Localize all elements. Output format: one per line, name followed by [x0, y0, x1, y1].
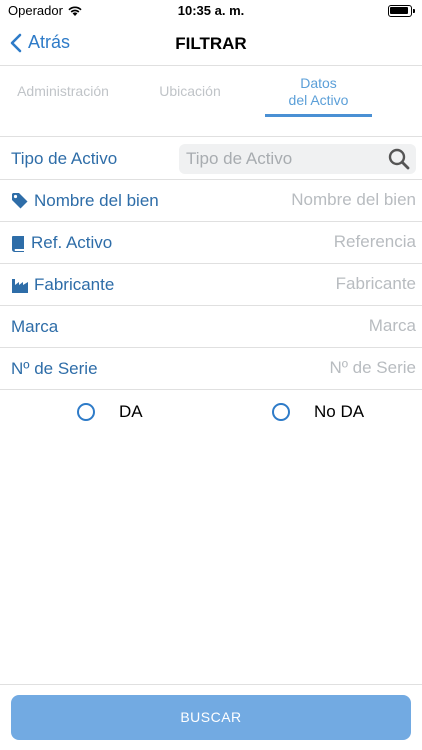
nombre-bien-label-text: Nombre del bien	[34, 191, 159, 210]
status-time: 10:35 a. m.	[177, 3, 245, 18]
tipo-activo-label: Tipo de Activo	[11, 149, 117, 169]
buscar-button[interactable]: BUSCAR	[11, 695, 411, 740]
marca-label-text: Marca	[11, 317, 59, 336]
radio-circle-icon[interactable]	[77, 403, 95, 421]
tipo-activo-row: Tipo de Activo	[0, 138, 422, 180]
radio-option-da[interactable]: DA	[77, 402, 143, 422]
fabricante-label: Fabricante	[11, 275, 114, 295]
tab-ubicacion[interactable]: Ubicación	[140, 83, 240, 100]
tipo-activo-search[interactable]	[179, 144, 416, 174]
footer: BUSCAR	[0, 684, 422, 750]
ref-activo-label-text: Ref. Activo	[31, 233, 113, 252]
radio-label-da: DA	[119, 402, 143, 421]
radio-option-no-da[interactable]: No DA	[272, 402, 364, 422]
tipo-activo-input[interactable]	[186, 149, 376, 169]
search-icon[interactable]	[387, 147, 411, 171]
marca-input[interactable]	[176, 316, 416, 336]
ref-activo-label: Ref. Activo	[11, 233, 112, 253]
da-radio-group: DA No DA	[0, 402, 422, 428]
fabricante-label-text: Fabricante	[34, 275, 115, 294]
nombre-bien-input[interactable]	[176, 190, 416, 210]
numero-serie-row: Nº de Serie	[0, 348, 422, 390]
tipo-activo-label-text: Tipo de Activo	[11, 149, 118, 168]
numero-serie-label-text: Nº de Serie	[11, 359, 98, 378]
page-title: FILTRAR	[175, 34, 247, 53]
status-bar: Operador 10:35 a. m.	[0, 0, 422, 22]
fabricante-row: Fabricante	[0, 264, 422, 306]
active-tab-indicator	[265, 114, 372, 117]
ref-activo-input[interactable]	[176, 232, 416, 252]
tab-administracion[interactable]: Administración	[8, 83, 118, 100]
radio-label-no-da: No DA	[314, 402, 365, 421]
battery-icon	[388, 5, 415, 17]
radio-circle-icon[interactable]	[272, 403, 290, 421]
tab-datos-activo[interactable]: Datos del Activo	[265, 75, 372, 109]
tag-icon	[12, 193, 28, 209]
navigation-bar: Atrás FILTRAR	[0, 22, 422, 66]
nombre-bien-row: Nombre del bien	[0, 180, 422, 222]
factory-icon	[12, 279, 28, 293]
marca-row: Marca	[0, 306, 422, 348]
ref-activo-row: Ref. Activo	[0, 222, 422, 264]
book-icon	[12, 235, 24, 252]
tab-bar: Administración Ubicación Datos del Activ…	[0, 67, 422, 137]
numero-serie-input[interactable]	[176, 358, 416, 378]
numero-serie-label: Nº de Serie	[11, 359, 98, 379]
marca-label: Marca	[11, 317, 58, 337]
nombre-bien-label: Nombre del bien	[11, 191, 159, 211]
fabricante-input[interactable]	[176, 274, 416, 294]
